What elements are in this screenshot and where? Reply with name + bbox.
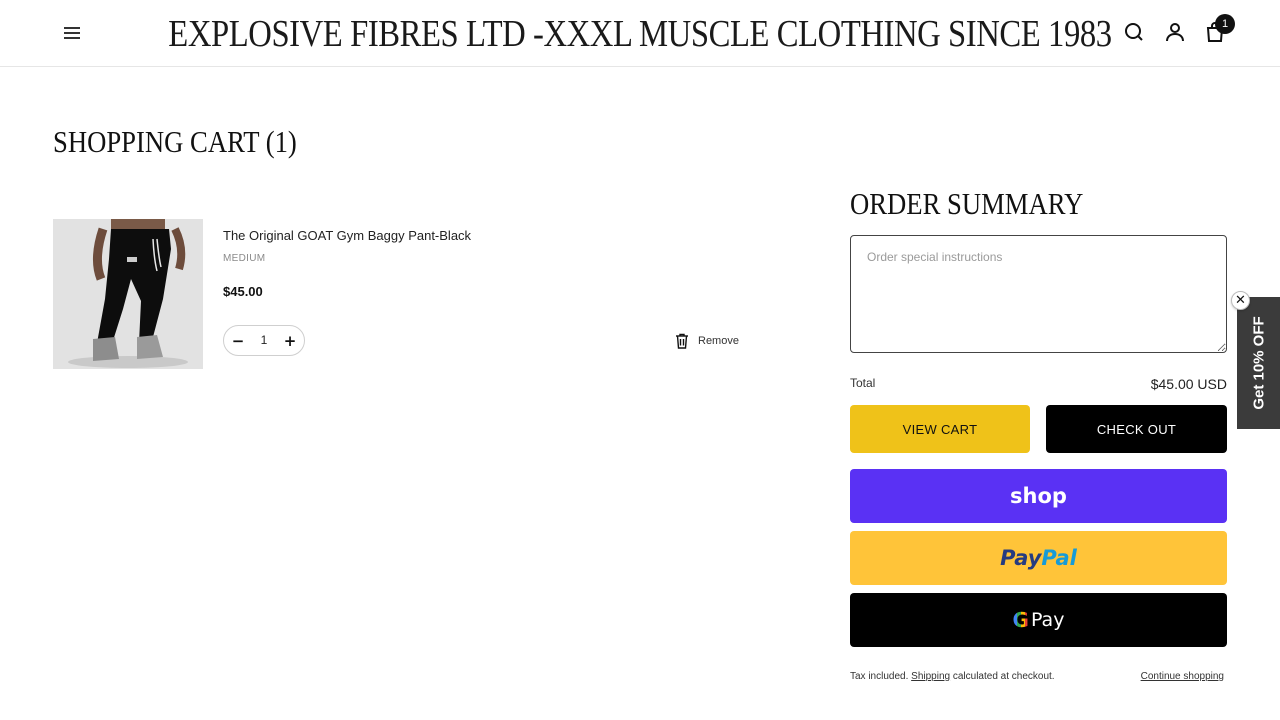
cart-icon[interactable]: 1 [1203, 14, 1235, 44]
cart-count-badge: 1 [1215, 14, 1235, 34]
remove-item-button[interactable]: Remove [675, 332, 739, 350]
tax-shipping-note: Tax included. Shipping calculated at che… [850, 671, 1055, 682]
checkout-button[interactable]: CHECK OUT [1046, 405, 1227, 453]
trash-icon [676, 333, 688, 349]
remove-label: Remove [698, 335, 739, 347]
discount-promo-tab[interactable]: Get 10% OFF [1237, 297, 1280, 429]
continue-shopping-link[interactable]: Continue shopping [1141, 671, 1224, 682]
site-header: EXPLOSIVE FIBRES LTD -XXXL MUSCLE CLOTHI… [0, 0, 1280, 67]
total-label: Total [850, 376, 876, 390]
shipping-note-text: calculated at checkout. [952, 671, 1055, 682]
search-icon[interactable] [1122, 20, 1146, 44]
shop-pay-logo: shop [1010, 484, 1067, 508]
google-g-icon: G [1012, 608, 1029, 632]
product-name[interactable]: The Original GOAT Gym Baggy Pant-Black [223, 228, 471, 243]
tax-note-text: Tax included. [850, 671, 909, 682]
order-instructions-input[interactable] [850, 235, 1227, 353]
close-icon[interactable]: ✕ [1231, 291, 1250, 310]
menu-icon[interactable] [62, 24, 82, 42]
promo-label: Get 10% OFF [1250, 316, 1267, 410]
paypal-logo-pal: Pal [1041, 546, 1077, 570]
product-image[interactable] [53, 219, 203, 369]
site-title[interactable]: EXPLOSIVE FIBRES LTD -XXXL MUSCLE CLOTHI… [90, 12, 1191, 56]
shop-pay-button[interactable]: shop [850, 469, 1227, 523]
increase-quantity-button[interactable]: + [281, 332, 299, 350]
paypal-button[interactable]: Pay Pal [850, 531, 1227, 585]
google-pay-button[interactable]: G Pay [850, 593, 1227, 647]
quantity-stepper: − 1 + [223, 325, 305, 356]
page-title: SHOPPING CART (1) [53, 124, 297, 159]
paypal-logo-pay: Pay [1000, 546, 1042, 570]
google-pay-label: Pay [1030, 609, 1065, 631]
view-cart-button[interactable]: VIEW CART [850, 405, 1030, 453]
decrease-quantity-button[interactable]: − [229, 332, 247, 350]
order-summary-title: ORDER SUMMARY [850, 186, 1084, 221]
account-icon[interactable] [1163, 20, 1187, 44]
product-variant: MEDIUM [223, 253, 266, 264]
shipping-link[interactable]: Shipping [911, 671, 950, 682]
product-price: $45.00 [223, 284, 263, 299]
quantity-value[interactable]: 1 [250, 333, 278, 347]
total-value: $45.00 USD [1150, 376, 1227, 392]
